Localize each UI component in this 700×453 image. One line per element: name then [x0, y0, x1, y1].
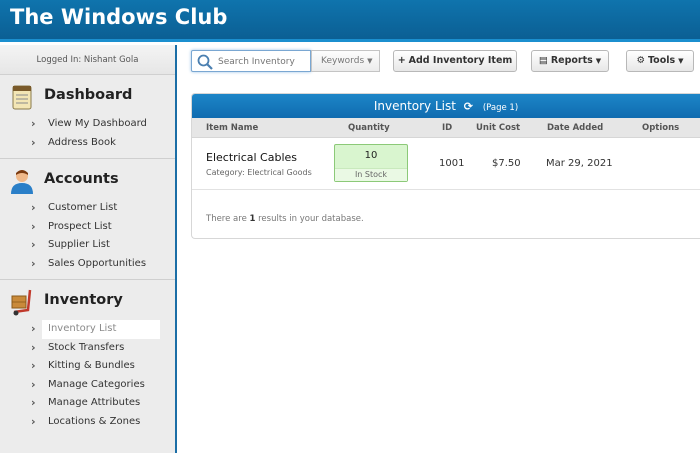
sidebar-item-manage-attributes[interactable]: › Manage Attributes: [0, 394, 175, 413]
refresh-icon[interactable]: ⟳: [464, 100, 473, 113]
chevron-right-icon: ›: [31, 414, 36, 428]
logged-in-user: Logged In: Nishant Gola: [0, 45, 175, 75]
caret-down-icon: ▼: [595, 57, 602, 65]
sidebar-item-kitting-bundles[interactable]: › Kitting & Bundles: [0, 357, 175, 376]
hand-truck-icon: [11, 289, 32, 316]
section-title-dashboard[interactable]: Dashboard: [44, 87, 132, 103]
sidebar-item-address-book[interactable]: › Address Book: [0, 134, 175, 153]
plus-icon: +: [397, 55, 406, 66]
inventory-panel: Inventory List ⟳ (Page 1) Item Name Quan…: [191, 93, 700, 239]
caret-down-icon: ▼: [678, 57, 684, 65]
sidebar-section-dashboard: Dashboard › View My Dashboard › Address Bo…: [0, 75, 175, 159]
chevron-right-icon: ›: [31, 359, 36, 372]
column-header-quantity[interactable]: Quantity: [348, 123, 390, 133]
notepad-icon: [12, 85, 32, 110]
sidebar: Logged In: Nishant Gola Dashboard › View …: [0, 45, 177, 453]
gear-icon: ⚙: [636, 55, 645, 66]
site-title: The Windows Club: [10, 5, 228, 29]
chevron-right-icon: ›: [31, 340, 36, 354]
app-header: The Windows Club: [0, 0, 700, 42]
section-title-accounts[interactable]: Accounts: [44, 171, 119, 187]
page-indicator: (Page 1): [482, 103, 519, 113]
sidebar-item-manage-categories[interactable]: › Manage Categories: [0, 376, 175, 395]
chevron-right-icon: ›: [31, 201, 36, 214]
search-input[interactable]: [218, 54, 308, 69]
quantity-value: 10: [364, 150, 378, 161]
chevron-right-icon: ›: [31, 256, 36, 270]
add-inventory-item-button[interactable]: + Add Inventory Item: [393, 50, 517, 72]
caret-down-icon: ▼: [367, 57, 373, 65]
date-added: Mar 29, 2021: [546, 158, 613, 169]
sidebar-section-accounts: Accounts › Customer List › Prospect List ›…: [0, 159, 175, 280]
sidebar-item-view-my-dashboard[interactable]: › View My Dashboard: [0, 115, 175, 134]
sidebar-item-inventory-list[interactable]: › Inventory List: [0, 320, 175, 339]
column-header-date-added[interactable]: Date Added: [547, 123, 603, 133]
column-header-unit-cost[interactable]: Unit Cost: [476, 123, 520, 133]
chevron-right-icon: ›: [31, 117, 36, 130]
column-header-item-name[interactable]: Item Name: [206, 123, 258, 133]
chevron-right-icon: ›: [31, 238, 36, 251]
sidebar-item-locations-zones[interactable]: › Locations & Zones: [0, 413, 175, 432]
toolbar: Keywords▼ +Add Inventory Item ▤Reports▼ …: [180, 45, 700, 79]
section-title-inventory[interactable]: Inventory: [44, 292, 123, 308]
sidebar-item-prospect-list[interactable]: › Prospect List: [0, 218, 175, 237]
sidebar-item-customer-list[interactable]: › Customer List: [0, 199, 175, 218]
stock-status: In Stock: [335, 168, 407, 181]
table-row[interactable]: Electrical Cables Category: Electrical G…: [192, 138, 700, 190]
item-id: 1001: [439, 158, 465, 169]
panel-title: Inventory List: [373, 99, 456, 113]
chevron-right-icon: ›: [31, 396, 36, 409]
panel-header: Inventory List ⟳ (Page 1): [192, 94, 700, 118]
user-icon: [11, 170, 33, 194]
search-icon: [197, 54, 213, 70]
search-mode-dropdown[interactable]: Keywords ▼: [311, 50, 380, 72]
results-summary: There are 1 results in your database.: [206, 214, 364, 224]
chevron-right-icon: ›: [31, 135, 36, 149]
column-header-id[interactable]: ID: [442, 123, 452, 133]
unit-cost: $7.50: [492, 158, 521, 169]
quantity-badge: 10 In Stock: [334, 144, 408, 182]
document-icon: ▤: [538, 55, 548, 66]
table-header: Item Name Quantity ID Unit Cost Date Add…: [192, 118, 700, 138]
item-category: Category: Electrical Goods: [206, 168, 312, 177]
reports-button[interactable]: ▤ Reports ▼: [531, 50, 609, 72]
sidebar-item-sales-opportunities[interactable]: › Sales Opportunities: [0, 255, 175, 274]
tools-button[interactable]: ⚙ Tools ▼: [626, 50, 694, 72]
sidebar-section-inventory: Inventory › Inventory List › Stock Transfe…: [0, 280, 175, 437]
chevron-right-icon: ›: [31, 377, 36, 391]
sidebar-item-stock-transfers[interactable]: › Stock Transfers: [0, 339, 175, 358]
item-name[interactable]: Electrical Cables: [206, 151, 297, 164]
chevron-right-icon: ›: [31, 219, 36, 233]
chevron-right-icon: ›: [31, 322, 36, 335]
sidebar-item-supplier-list[interactable]: › Supplier List: [0, 236, 175, 255]
search-box[interactable]: [191, 50, 311, 72]
column-header-options: Options: [642, 123, 680, 133]
